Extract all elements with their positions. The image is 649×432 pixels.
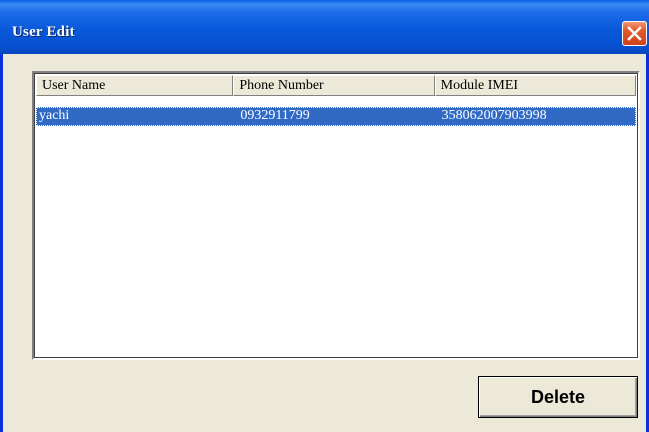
user-list[interactable]: User Name Phone Number Module IMEI yachi… — [32, 71, 640, 360]
delete-button[interactable]: Delete — [478, 376, 638, 418]
column-header-phone-number[interactable]: Phone Number — [233, 75, 435, 96]
title-bar[interactable]: User Edit — [0, 0, 649, 54]
cell-module-imei: 358062007903998 — [441, 108, 547, 123]
cell-phone-number: 0932911799 — [240, 108, 310, 123]
column-header-user-name[interactable]: User Name — [36, 75, 234, 96]
window-title: User Edit — [12, 24, 75, 40]
cell-user-name: yachi — [39, 108, 70, 123]
user-edit-window: User Edit User Name Phone Number Module … — [0, 0, 649, 432]
close-button[interactable] — [622, 21, 647, 46]
table-row[interactable]: yachi 0932911799 358062007903998 — [36, 107, 636, 126]
close-icon — [627, 26, 642, 41]
list-header: User Name Phone Number Module IMEI — [36, 75, 636, 96]
column-header-module-imei[interactable]: Module IMEI — [434, 75, 636, 96]
